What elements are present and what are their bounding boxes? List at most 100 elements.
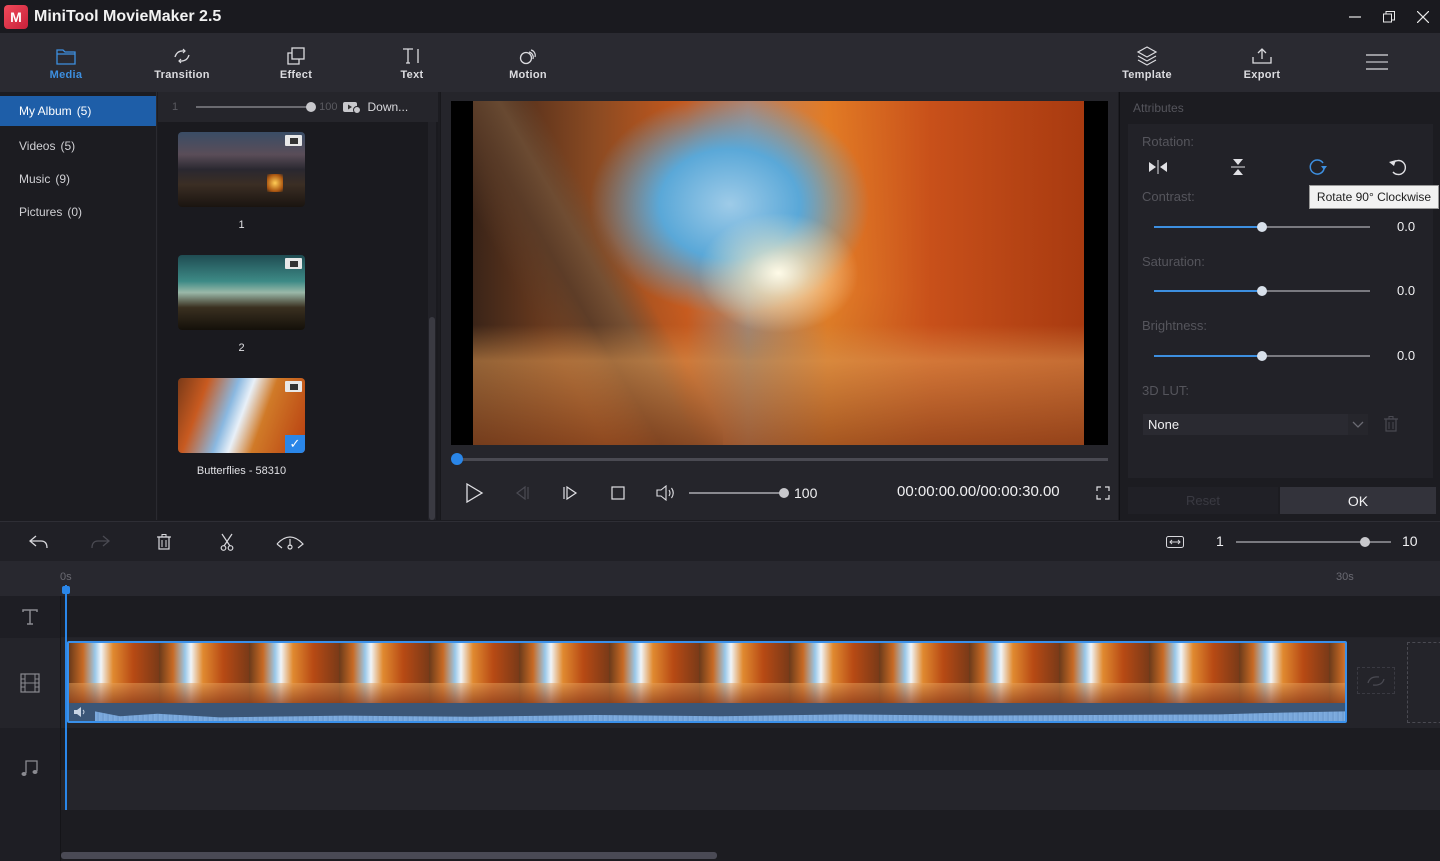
media-item-selected[interactable]: ✓ Butterflies - 58310 (178, 378, 308, 501)
flip-vertical-button[interactable] (1226, 156, 1250, 178)
video-track-header (0, 638, 60, 728)
next-frame-button[interactable] (559, 482, 581, 504)
lut-dropdown[interactable]: None (1143, 414, 1368, 435)
speedometer-icon (276, 536, 304, 550)
media-scrollbar[interactable] (428, 122, 436, 520)
tab-media[interactable]: Media (26, 33, 106, 92)
video-camera-icon (285, 135, 302, 146)
volume-slider[interactable] (689, 488, 789, 498)
media-thumbnail (178, 255, 305, 330)
timeline-zoom-slider[interactable] (1236, 537, 1391, 547)
video-preview[interactable] (451, 101, 1108, 445)
video-clip[interactable] (67, 641, 1347, 723)
nav-music[interactable]: Music (9) (0, 162, 156, 195)
chevron-down-icon[interactable] (1348, 414, 1368, 435)
music-track-lane[interactable] (61, 770, 1440, 810)
timeline-ruler[interactable]: 0s 30s (0, 561, 1440, 596)
media-item-label: 2 (238, 342, 245, 354)
thumb-size-max: 100 (319, 101, 338, 113)
speed-button[interactable] (276, 531, 304, 553)
tab-effect-label: Effect (279, 68, 313, 81)
restore-button[interactable] (1372, 0, 1406, 33)
reset-button[interactable]: Reset (1128, 487, 1278, 514)
video-camera-icon (285, 381, 302, 392)
minimize-button[interactable] (1338, 0, 1372, 33)
tab-transition[interactable]: Transition (142, 33, 222, 92)
stop-button[interactable] (607, 482, 629, 504)
nav-my-album[interactable]: My Album (5) (0, 96, 156, 126)
split-button[interactable] (215, 531, 239, 553)
export-button[interactable]: Export (1222, 33, 1302, 92)
clip-drop-slot[interactable] (1407, 642, 1440, 723)
previous-frame-button[interactable] (511, 482, 533, 504)
tab-effect[interactable]: Effect (256, 33, 336, 92)
saturation-slider-knob[interactable] (1257, 286, 1267, 296)
thumb-size-slider[interactable] (196, 102, 317, 112)
lut-label: 3D LUT: (1142, 383, 1189, 398)
contrast-slider[interactable] (1154, 222, 1370, 232)
saturation-slider[interactable] (1154, 286, 1370, 296)
motion-icon (518, 45, 538, 67)
brightness-slider-knob[interactable] (1257, 351, 1267, 361)
seek-bar-knob[interactable] (451, 453, 463, 465)
template-button[interactable]: Template (1107, 33, 1187, 92)
fullscreen-button[interactable] (1095, 482, 1111, 504)
next-frame-icon (563, 485, 578, 501)
undo-button[interactable] (27, 531, 51, 553)
folder-icon (56, 45, 76, 67)
seek-bar[interactable] (451, 453, 1108, 465)
volume-button[interactable] (655, 482, 677, 504)
media-scrollbar-thumb[interactable] (429, 317, 435, 520)
thumb-size-slider-knob[interactable] (306, 102, 317, 112)
contrast-slider-knob[interactable] (1257, 222, 1267, 232)
tab-transition-label: Transition (154, 68, 210, 81)
timeline-zoom-slider-knob[interactable] (1359, 537, 1370, 547)
rotate-counterclockwise-button[interactable] (1386, 156, 1410, 178)
text-track-header (0, 596, 60, 638)
contrast-value: 0.0 (1397, 219, 1416, 234)
playhead-handle[interactable] (62, 586, 70, 594)
nav-pictures[interactable]: Pictures (0) (0, 195, 156, 228)
delete-button[interactable] (152, 531, 176, 553)
tab-motion[interactable]: Motion (488, 33, 568, 92)
text-track[interactable] (61, 596, 1440, 638)
lut-delete-button[interactable] (1384, 416, 1398, 437)
audio-wave (95, 711, 1345, 721)
transition-slot[interactable] (1357, 667, 1395, 694)
tab-text-label: Text (400, 68, 424, 81)
volume-slider-knob[interactable] (779, 488, 789, 498)
volume-value: 100 (794, 485, 818, 501)
clip-filmstrip (69, 643, 1345, 703)
ok-button[interactable]: OK (1280, 487, 1436, 514)
attributes-panel: Attributes Rotation: Contrast: 0.0 Satur… (1119, 92, 1440, 520)
brightness-slider-fill (1154, 355, 1262, 357)
nav-videos[interactable]: Videos (5) (0, 129, 156, 162)
download-button[interactable]: Down... (343, 100, 408, 114)
music-track[interactable] (61, 728, 1440, 770)
redo-icon (91, 535, 110, 549)
playhead[interactable] (65, 585, 67, 810)
brightness-slider[interactable] (1154, 351, 1370, 361)
rotation-label: Rotation: (1142, 134, 1195, 149)
media-item[interactable]: 2 (178, 255, 308, 378)
close-button[interactable] (1406, 0, 1440, 33)
fit-timeline-button[interactable] (1163, 531, 1187, 553)
media-thumbnail (178, 132, 305, 207)
app-title: MiniTool MovieMaker 2.5 (34, 7, 222, 25)
clip-speaker-icon[interactable] (73, 706, 87, 718)
video-camera-icon (285, 258, 302, 269)
rotate-clockwise-button[interactable] (1306, 156, 1330, 178)
checkmark-icon[interactable]: ✓ (285, 435, 305, 453)
play-button[interactable] (463, 482, 485, 504)
timeline-scrollbar-thumb[interactable] (61, 852, 717, 859)
media-panel: 1 100 Down... 1 2 ✓ Butterflies - 58310 (158, 92, 438, 520)
main-menu-button[interactable] (1337, 33, 1417, 92)
flip-horizontal-button[interactable] (1146, 156, 1170, 178)
minimize-icon (1349, 15, 1361, 18)
redo-button[interactable] (88, 531, 112, 553)
tab-media-label: Media (49, 68, 83, 81)
media-item[interactable]: 1 (178, 132, 308, 255)
tab-text[interactable]: Text (372, 33, 452, 92)
export-label: Export (1243, 68, 1281, 81)
timeline-scrollbar[interactable] (61, 850, 1440, 861)
